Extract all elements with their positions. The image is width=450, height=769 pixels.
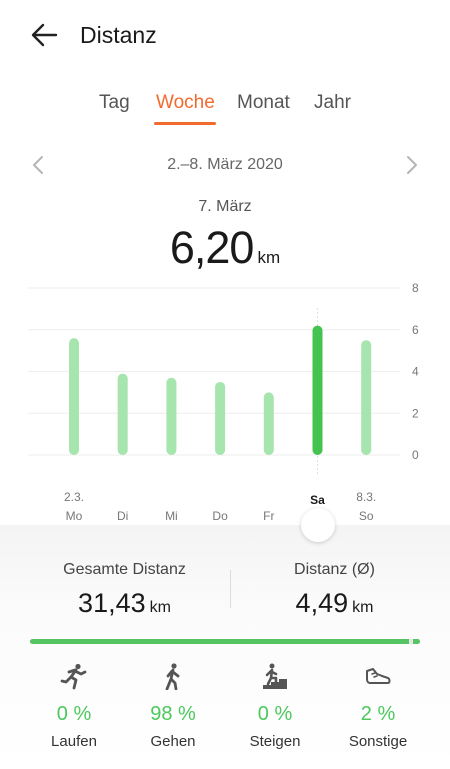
selected-day-handle[interactable] xyxy=(300,508,335,542)
chart-bar xyxy=(361,340,372,455)
selected-distance: 6,20 km xyxy=(0,222,450,274)
activity-share-fill xyxy=(30,639,410,644)
selected-date: 7. März xyxy=(198,198,252,215)
stairs-climbing-icon xyxy=(263,663,287,689)
activity-percent: 2 % xyxy=(360,703,396,725)
average-distance-unit: km xyxy=(352,599,374,616)
tab-monat[interactable]: Monat xyxy=(237,92,290,114)
total-distance-value: 31,43 xyxy=(78,588,146,618)
x-day-label: So xyxy=(359,509,374,523)
chart-bar xyxy=(166,377,177,455)
y-tick-label: 8 xyxy=(412,281,419,295)
x-day-label: Do xyxy=(212,509,228,523)
average-distance-label: Distanz (Ø) xyxy=(294,561,375,578)
activity-steigen: 0 % Steigen xyxy=(219,662,331,750)
weekly-distance-chart[interactable]: 8 6 4 2 0 2.3. Mo Di Mi Do Fr Sa 8.3. So xyxy=(0,270,450,530)
chart-bar xyxy=(312,325,323,455)
total-distance: 31,43 km xyxy=(12,588,237,619)
selected-distance-unit: km xyxy=(257,248,281,267)
activity-share-other xyxy=(413,639,420,644)
chart-bar xyxy=(117,373,128,455)
page-title: Distanz xyxy=(80,22,157,48)
activity-label: Gehen xyxy=(150,733,196,750)
y-tick-label: 6 xyxy=(412,323,419,337)
x-day-label: Di xyxy=(117,509,128,523)
tab-tag[interactable]: Tag xyxy=(99,92,130,114)
y-tick-label: 2 xyxy=(412,406,419,420)
chart-bar xyxy=(69,338,79,455)
activity-percent: 0 % xyxy=(56,703,92,725)
period-tabs: Tag Woche Monat Jahr xyxy=(0,92,450,128)
chart-bar xyxy=(215,381,226,455)
back-arrow-icon[interactable] xyxy=(28,18,62,52)
tab-woche[interactable]: Woche xyxy=(156,92,215,114)
total-distance-label: Gesamte Distanz xyxy=(63,561,186,578)
walking-icon xyxy=(165,663,180,690)
x-day-label: Mo xyxy=(66,509,83,523)
activity-laufen: 0 % Laufen xyxy=(18,662,130,750)
total-distance-unit: km xyxy=(149,599,171,616)
active-tab-indicator xyxy=(154,122,216,125)
date-range-label: 2.–8. März 2020 xyxy=(167,156,283,173)
activity-label: Steigen xyxy=(249,733,301,750)
activity-label: Laufen xyxy=(51,733,97,750)
y-tick-label: 4 xyxy=(412,365,419,379)
chart-bar xyxy=(263,392,274,455)
average-distance-value: 4,49 xyxy=(295,588,349,618)
activity-percent: 98 % xyxy=(150,703,196,725)
y-tick-label: 0 xyxy=(412,448,419,462)
activity-share-bar xyxy=(30,639,420,644)
average-distance: 4,49 km xyxy=(222,588,447,619)
next-period-icon[interactable] xyxy=(402,150,422,180)
running-icon xyxy=(60,663,87,690)
x-date-label: 8.3. xyxy=(356,490,376,504)
x-date-label: 2.3. xyxy=(64,490,84,504)
activity-percent: 0 % xyxy=(257,703,293,725)
x-day-label: Fr xyxy=(263,509,274,523)
activity-gehen: 98 % Gehen xyxy=(117,662,229,750)
tab-jahr[interactable]: Jahr xyxy=(314,92,351,114)
activity-sonstige: 2 % Sonstige xyxy=(322,662,434,750)
x-day-label: Mi xyxy=(165,509,178,523)
shoe-icon xyxy=(366,668,391,684)
x-day-label: Sa xyxy=(310,493,325,507)
selected-distance-value: 6,20 xyxy=(169,222,255,273)
activity-label: Sonstige xyxy=(348,733,408,750)
